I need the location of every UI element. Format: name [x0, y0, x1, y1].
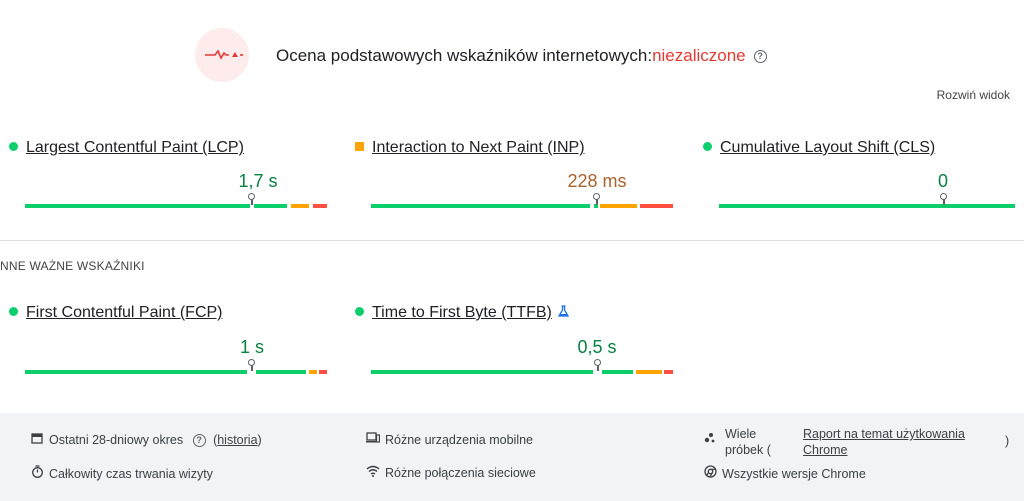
metric-value-fcp: 1 s [239, 337, 265, 357]
metric-value-ttfb: 0,5 s [577, 337, 617, 357]
bar-poor [640, 204, 673, 208]
marker-pin-line [251, 199, 253, 205]
marker-pin-line [596, 199, 598, 205]
metric-fcp: First Contentful Paint (FCP) [9, 304, 319, 322]
metric-link-fcp[interactable]: First Contentful Paint (FCP) [26, 304, 223, 321]
devices-label: Różne urządzenia mobilne [385, 433, 534, 447]
bar-average [600, 204, 637, 208]
bar-poor [313, 204, 327, 208]
footer-devices: Różne urządzenia mobilne [366, 432, 533, 447]
samples-icon [703, 432, 717, 447]
bar-good [254, 204, 287, 208]
bar-good [602, 370, 633, 374]
footer-period: Ostatni 28-dniowy okres ? (historia) [30, 432, 262, 448]
marker-pin-line [251, 365, 253, 371]
assessment-result: niezaliczone [652, 46, 746, 65]
pulse-icon [205, 49, 243, 60]
metric-link-inp[interactable]: Interaction to Next Paint (INP) [372, 139, 585, 156]
bar-average [291, 204, 309, 208]
footer-network: Różne połączenia sieciowe [366, 465, 536, 480]
section-title: NNE WAŻNE WSKAŹNIKI [0, 259, 145, 273]
bar-good [25, 204, 250, 208]
metric-value-lcp: 1,7 s [238, 171, 278, 191]
devices-icon [366, 432, 381, 447]
bar-average [636, 370, 662, 374]
visit-label: Całkowity czas trwania wizyty [49, 467, 213, 481]
metric-value-cls: 0 [937, 171, 949, 191]
stopwatch-icon [30, 465, 44, 481]
bar-good [719, 204, 1015, 208]
report-close-paren: ) [1005, 434, 1010, 448]
bar-good [25, 370, 247, 374]
metric-link-lcp[interactable]: Largest Contentful Paint (LCP) [26, 139, 244, 156]
samples-line2: próbek ( [725, 443, 771, 457]
metric-cls: Cumulative Layout Shift (CLS) [703, 139, 1013, 157]
chrome-icon [703, 465, 717, 481]
period-help-icon[interactable]: ? [192, 434, 206, 448]
bar-average [309, 370, 317, 374]
footer-samples-icon-wrap [703, 427, 722, 443]
footer-samples: Wiele próbek ( [725, 426, 771, 458]
status-dot-icon [9, 307, 18, 317]
report-link[interactable]: Raport na temat użytkowania [803, 427, 965, 441]
status-square-icon [355, 142, 364, 152]
status-dot-icon [355, 307, 364, 317]
assessment-icon [195, 28, 249, 82]
metric-link-cls[interactable]: Cumulative Layout Shift (CLS) [720, 139, 935, 156]
period-label: Ostatni 28-dniowy okres [49, 433, 184, 447]
metric-ttfb: Time to First Byte (TTFB) [355, 304, 665, 322]
report-link-cont[interactable]: Chrome [803, 443, 847, 457]
bar-poor [319, 370, 327, 374]
assessment-label: Ocena podstawowych wskaźników internetow… [276, 46, 653, 65]
history-link[interactable]: historia [217, 433, 257, 447]
wifi-icon [366, 465, 380, 480]
status-dot-icon [9, 142, 18, 152]
footer-visit: Całkowity czas trwania wizyty [30, 465, 213, 481]
metric-link-ttfb[interactable]: Time to First Byte (TTFB) [372, 304, 552, 321]
beaker-icon[interactable] [557, 305, 569, 320]
marker-pin-line [597, 365, 599, 371]
footer-versions: Wszystkie wersje Chrome [703, 465, 866, 481]
bar-poor [664, 370, 673, 374]
network-label: Różne połączenia sieciowe [385, 466, 536, 480]
metric-lcp: Largest Contentful Paint (LCP) [9, 139, 319, 157]
marker-pin-line [943, 199, 945, 205]
metric-value-inp: 228 ms [567, 171, 627, 191]
bar-good [256, 370, 306, 374]
samples-line1: Wiele [725, 427, 757, 441]
calendar-icon [30, 432, 44, 447]
versions-label: Wszystkie wersje Chrome [722, 467, 866, 481]
expand-view-button[interactable]: Rozwiń widok [937, 88, 1010, 102]
bar-good [371, 204, 590, 208]
metric-inp: Interaction to Next Paint (INP) [355, 139, 665, 157]
status-dot-icon [703, 142, 712, 152]
section-divider [0, 240, 1024, 241]
assessment-title: Ocena podstawowych wskaźników internetow… [276, 46, 767, 66]
help-icon[interactable]: ? [753, 50, 767, 64]
bar-good [371, 370, 593, 374]
footer-report: Raport na temat użytkowania Chrome [803, 426, 965, 458]
